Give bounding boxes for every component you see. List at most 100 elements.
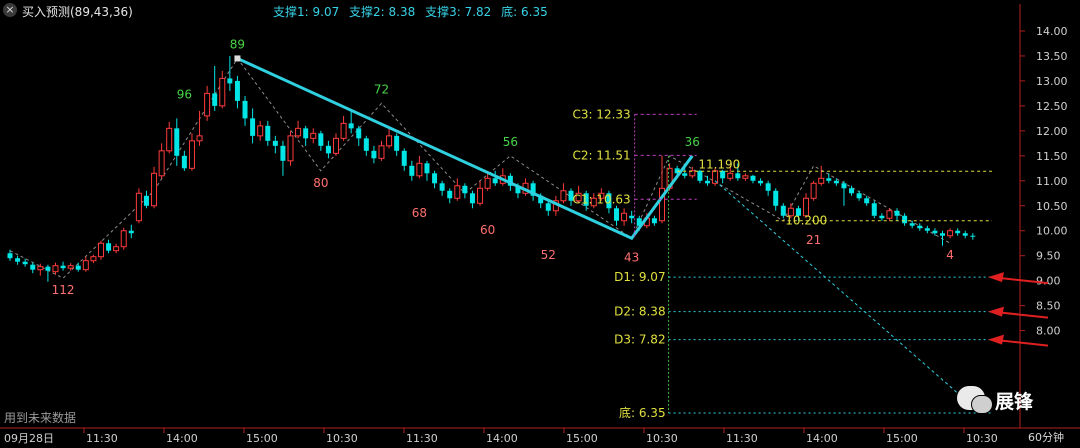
red-arrow-head xyxy=(988,334,1004,345)
wave-count-label: 43 xyxy=(624,251,639,265)
candle-body-down xyxy=(909,223,915,226)
support-levels-text: 支撑1: 9.07 支撑2: 8.38 支撑3: 7.82 底: 6.35 xyxy=(273,3,554,20)
c-level-label: C2: 11.51 xyxy=(572,148,630,162)
price-tick-label: 8.00 xyxy=(1036,325,1061,338)
candle-body-down xyxy=(432,173,438,184)
candle-body-down xyxy=(401,150,407,166)
candle-body-down xyxy=(704,180,710,184)
wave-count-label: 60 xyxy=(480,223,495,237)
candle-body-up xyxy=(135,192,142,222)
candle-body-down xyxy=(735,173,741,179)
candle-body-down xyxy=(629,215,635,219)
candle-body-down xyxy=(697,170,703,181)
candle-body-down xyxy=(841,183,847,189)
candle-body-down xyxy=(940,233,946,236)
candle-body-down xyxy=(545,203,551,211)
candle-body-down xyxy=(826,178,832,181)
price-tick-label: 9.50 xyxy=(1036,250,1061,263)
time-tick-label: 14:00 xyxy=(486,432,518,445)
candle-body-down xyxy=(924,228,930,231)
candle-body-up xyxy=(484,177,491,189)
candle-body-up xyxy=(333,137,339,154)
candle-body-down xyxy=(394,135,400,151)
support-1-label: 支撑1: 9.07 xyxy=(273,5,340,19)
projection-line xyxy=(714,180,981,414)
candle-body-up xyxy=(416,162,423,177)
candle-body-down xyxy=(651,218,657,224)
candle-body-up xyxy=(196,135,203,142)
candle-body-down xyxy=(773,190,779,206)
red-arrow-head xyxy=(988,306,1004,317)
future-data-note: 用到未来数据 xyxy=(4,411,77,425)
c-level-label: C3: 12.33 xyxy=(572,107,630,121)
candle-body-down xyxy=(250,118,256,136)
time-tick-label: 11:30 xyxy=(406,432,438,445)
candle-body-up xyxy=(295,127,302,137)
indicator-title[interactable]: 买入预测(89,43,36) xyxy=(22,3,133,20)
candle-body-up xyxy=(120,230,127,248)
price-tick-label: 14.00 xyxy=(1036,25,1068,38)
candle-body-up xyxy=(560,190,567,202)
candle-body-down xyxy=(682,173,688,176)
peak-marker xyxy=(234,55,241,62)
candle-body-down xyxy=(955,230,961,234)
wechat-icon-small-bubble xyxy=(971,395,993,414)
candle-body-up xyxy=(166,127,173,152)
candle-body-down xyxy=(902,215,908,224)
candle-body-down xyxy=(447,190,453,199)
period-selector[interactable]: 60分钟 xyxy=(1028,429,1064,445)
candle-body-up xyxy=(727,172,734,179)
candle-body-down xyxy=(970,235,976,237)
candle-body-down xyxy=(30,264,36,270)
candle-body-up xyxy=(947,230,954,237)
d-level-label: 底: 6.35 xyxy=(619,405,666,420)
candle-body-down xyxy=(128,230,134,234)
wave-count-label: 4 xyxy=(946,248,954,262)
candle-body-down xyxy=(60,265,66,269)
candle-body-down xyxy=(22,261,28,265)
candle-body-down xyxy=(849,188,855,194)
candle-body-up xyxy=(82,260,89,271)
candle-body-up xyxy=(810,182,817,199)
candle-body-down xyxy=(212,93,218,106)
candle-body-up xyxy=(97,242,104,258)
wave-count-label: 56 xyxy=(503,135,518,149)
candle-body-down xyxy=(409,165,415,176)
candle-body-down xyxy=(856,193,862,199)
candle-body-down xyxy=(45,266,51,271)
candle-body-down xyxy=(242,100,248,119)
candle-body-down xyxy=(371,150,377,159)
time-tick-label: 15:00 xyxy=(566,432,598,445)
candle-body-down xyxy=(356,128,362,139)
candle-body-up xyxy=(113,246,120,252)
time-tick-label: 09月28日 xyxy=(4,432,54,445)
price-tick-label: 13.00 xyxy=(1036,75,1068,88)
candle-body-down xyxy=(864,198,870,204)
indicator-header: × 买入预测(89,43,36) 支撑1: 9.07 支撑2: 8.38 支撑3… xyxy=(0,0,1020,22)
logo-text: 展锋 xyxy=(995,391,1034,413)
wechat-logo: 展锋 xyxy=(957,383,1052,419)
candle-body-down xyxy=(932,230,938,234)
candle-body-up xyxy=(621,212,628,222)
candle-body-up xyxy=(886,210,893,219)
wave-count-label: 96 xyxy=(177,87,192,101)
candle-body-down xyxy=(720,170,726,179)
candle-body-down xyxy=(75,265,81,270)
candle-body-down xyxy=(439,183,445,191)
price-tick-label: 12.50 xyxy=(1036,100,1068,113)
close-icon[interactable]: × xyxy=(3,3,17,17)
candle-body-up xyxy=(151,172,158,207)
wave-count-label: 89 xyxy=(230,37,245,51)
candle-body-down xyxy=(614,208,620,221)
price-tick-label: 12.00 xyxy=(1036,125,1068,138)
candle-body-down xyxy=(234,80,240,101)
candle-body-up xyxy=(386,135,393,147)
candle-body-down xyxy=(469,193,475,204)
candle-body-down xyxy=(765,183,771,191)
candle-body-up xyxy=(204,92,211,117)
time-tick-label: 11:30 xyxy=(726,432,758,445)
candlestick-chart[interactable]: 8.00 8.50 9.00 9.50 10.00 10.50 11.00 11.50 12.0… xyxy=(0,0,1080,448)
candle-body-down xyxy=(424,163,430,174)
candle-body-down xyxy=(363,138,369,151)
wave-count-label: 112 xyxy=(52,283,75,297)
